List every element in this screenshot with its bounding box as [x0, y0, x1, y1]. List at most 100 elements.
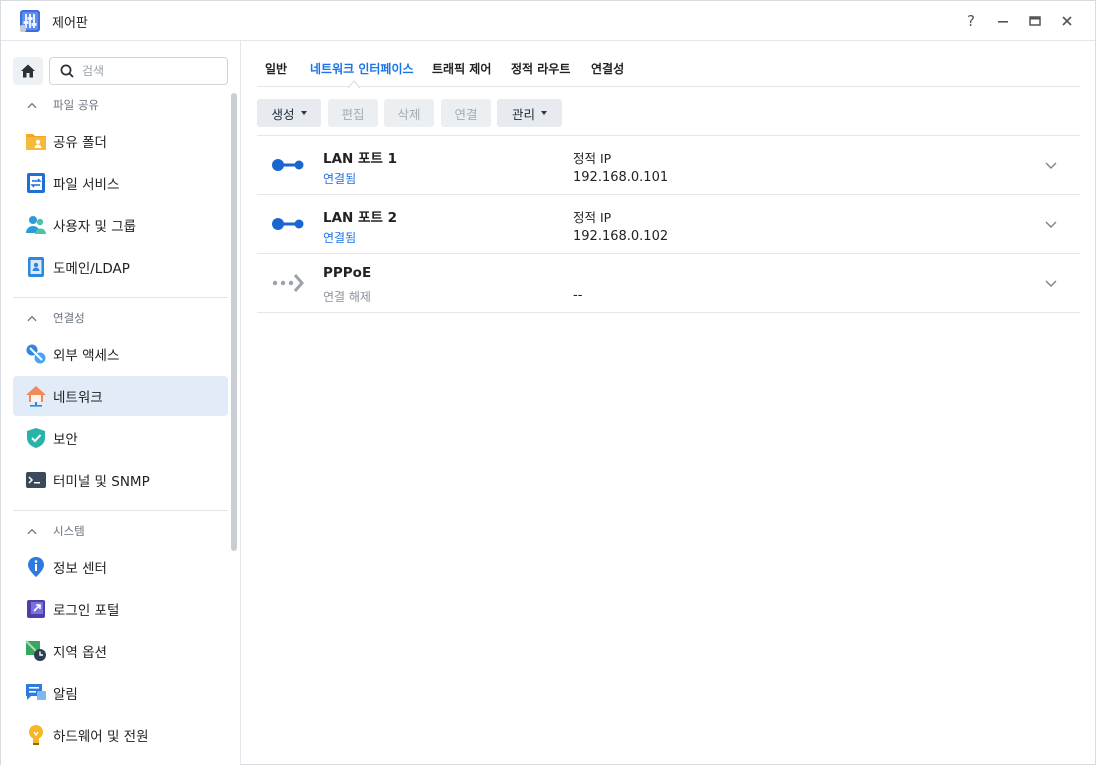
sidebar-item-label: 사용자 및 그룹 — [53, 219, 137, 235]
active-tab-indicator — [348, 80, 360, 88]
chevron-down-icon[interactable] — [1044, 217, 1058, 231]
search-input[interactable] — [82, 62, 222, 80]
sidebar-item-label: 터미널 및 SNMP — [53, 474, 150, 490]
tab-network-interface[interactable]: 네트워크 인터페이스 — [310, 60, 414, 77]
sidebar-item-security[interactable]: 보안 — [13, 418, 228, 458]
maximize-button[interactable] — [1023, 9, 1047, 33]
control-panel-window: 제어판 ? 파일 공유 — [0, 0, 1096, 765]
lan-connected-icon — [272, 159, 304, 171]
control-panel-app-icon — [20, 10, 40, 32]
sidebar-scrollbar[interactable] — [231, 93, 237, 551]
sidebar-item-label: 네트워크 — [53, 390, 103, 406]
interface-ip-address: -- — [573, 288, 583, 303]
sidebar-item-label: 보안 — [53, 432, 78, 448]
sidebar-item-hardware-power[interactable]: 하드웨어 및 전원 — [13, 715, 228, 755]
create-button-label: 생성 — [271, 106, 295, 122]
interface-name: LAN 포트 1 — [323, 151, 397, 167]
sidebar-divider — [13, 510, 228, 511]
login-portal-icon — [24, 597, 48, 621]
connect-button-label: 연결 — [454, 106, 478, 122]
sidebar-item-label: 로그인 포털 — [53, 603, 120, 619]
sidebar-item-notification[interactable]: 알림 — [13, 673, 228, 713]
chevron-up-icon — [27, 102, 37, 108]
chevron-down-icon[interactable] — [1044, 276, 1058, 290]
tab-bar: 일반 네트워크 인터페이스 트래픽 제어 정적 라우트 연결성 — [257, 41, 1080, 88]
sidebar-divider — [13, 297, 228, 298]
interface-ip-type: 정적 IP — [573, 151, 612, 166]
sidebar-item-label: 정보 센터 — [53, 561, 107, 577]
home-icon — [21, 64, 35, 78]
interface-ip-type: 정적 IP — [573, 210, 612, 225]
chevron-up-icon — [27, 528, 37, 534]
interface-status: 연결됨 — [323, 231, 357, 245]
interface-status: 연결됨 — [323, 172, 357, 186]
search-icon — [60, 64, 74, 78]
sidebar-item-terminal-snmp[interactable]: 터미널 및 SNMP — [13, 460, 228, 500]
shared-folder-icon — [24, 129, 48, 153]
dropdown-caret-icon — [300, 111, 307, 115]
external-access-icon — [24, 342, 48, 366]
users-groups-icon — [24, 213, 48, 237]
hardware-power-icon — [24, 723, 48, 747]
sidebar-item-login-portal[interactable]: 로그인 포털 — [13, 589, 228, 629]
regional-options-icon — [24, 639, 48, 663]
sidebar-item-external-access[interactable]: 외부 액세스 — [13, 334, 228, 374]
create-button[interactable]: 생성 — [257, 99, 321, 127]
sidebar-item-users-groups[interactable]: 사용자 및 그룹 — [13, 205, 228, 245]
search-box — [49, 57, 228, 85]
dropdown-caret-icon — [541, 111, 547, 115]
help-button[interactable]: ? — [959, 9, 983, 33]
chevron-down-icon[interactable] — [1044, 158, 1058, 172]
sidebar-item-label: 파일 서비스 — [53, 177, 120, 193]
interface-row-lan2[interactable]: LAN 포트 2 연결됨 정적 IP 192.168.0.102 — [257, 195, 1080, 254]
interface-status: 연결 해제 — [323, 290, 371, 304]
section-system[interactable]: 시스템 — [13, 519, 228, 543]
interface-name: LAN 포트 2 — [323, 210, 397, 226]
chevron-up-icon — [27, 315, 37, 321]
connect-button[interactable]: 연결 — [441, 99, 491, 127]
title-bar: 제어판 ? — [1, 1, 1095, 41]
tab-general[interactable]: 일반 — [265, 60, 287, 77]
file-services-icon — [24, 171, 48, 195]
section-file-sharing[interactable]: 파일 공유 — [13, 93, 228, 117]
sidebar-item-info-center[interactable]: 정보 센터 — [13, 547, 228, 587]
manage-button[interactable]: 관리 — [497, 99, 562, 127]
section-label: 연결성 — [53, 311, 85, 325]
network-icon — [24, 384, 48, 408]
lan-connected-icon — [272, 218, 304, 230]
close-button[interactable] — [1055, 9, 1079, 33]
sidebar-item-file-services[interactable]: 파일 서비스 — [13, 163, 228, 203]
minimize-button[interactable] — [991, 9, 1015, 33]
sidebar-item-shared-folder[interactable]: 공유 폴더 — [13, 121, 228, 161]
manage-button-label: 관리 — [511, 106, 535, 122]
section-label: 파일 공유 — [53, 98, 99, 112]
domain-ldap-icon — [24, 255, 48, 279]
sidebar: 파일 공유 공유 폴더 파일 서비스 사용자 및 그룹 도메인/LDAP — [1, 41, 241, 765]
notification-icon — [24, 681, 48, 705]
tab-connectivity[interactable]: 연결성 — [591, 60, 624, 77]
info-center-icon — [24, 555, 48, 579]
home-button[interactable] — [13, 57, 43, 85]
delete-button[interactable]: 삭제 — [384, 99, 434, 127]
section-connectivity[interactable]: 연결성 — [13, 306, 228, 330]
interface-row-lan1[interactable]: LAN 포트 1 연결됨 정적 IP 192.168.0.101 — [257, 136, 1080, 195]
maximize-icon — [1029, 16, 1041, 26]
tab-static-route[interactable]: 정적 라우트 — [511, 60, 570, 77]
sidebar-item-label: 하드웨어 및 전원 — [53, 729, 149, 745]
pppoe-disconnected-icon — [272, 274, 304, 292]
interface-ip-address: 192.168.0.101 — [573, 170, 669, 185]
sidebar-item-label: 도메인/LDAP — [53, 261, 130, 277]
section-label: 시스템 — [53, 524, 85, 538]
interface-row-pppoe[interactable]: PPPoE 연결 해제 -- — [257, 254, 1080, 313]
sidebar-item-domain-ldap[interactable]: 도메인/LDAP — [13, 247, 228, 287]
sidebar-item-regional-options[interactable]: 지역 옵션 — [13, 631, 228, 671]
edit-button-label: 편집 — [341, 106, 365, 122]
sidebar-item-label: 지역 옵션 — [53, 645, 107, 661]
sidebar-item-network[interactable]: 네트워크 — [13, 376, 228, 416]
tab-traffic-control[interactable]: 트래픽 제어 — [432, 60, 491, 77]
close-icon — [1062, 16, 1072, 26]
security-shield-icon — [24, 426, 48, 450]
help-icon: ? — [967, 12, 975, 30]
edit-button[interactable]: 편집 — [328, 99, 378, 127]
window-title: 제어판 — [52, 16, 88, 31]
